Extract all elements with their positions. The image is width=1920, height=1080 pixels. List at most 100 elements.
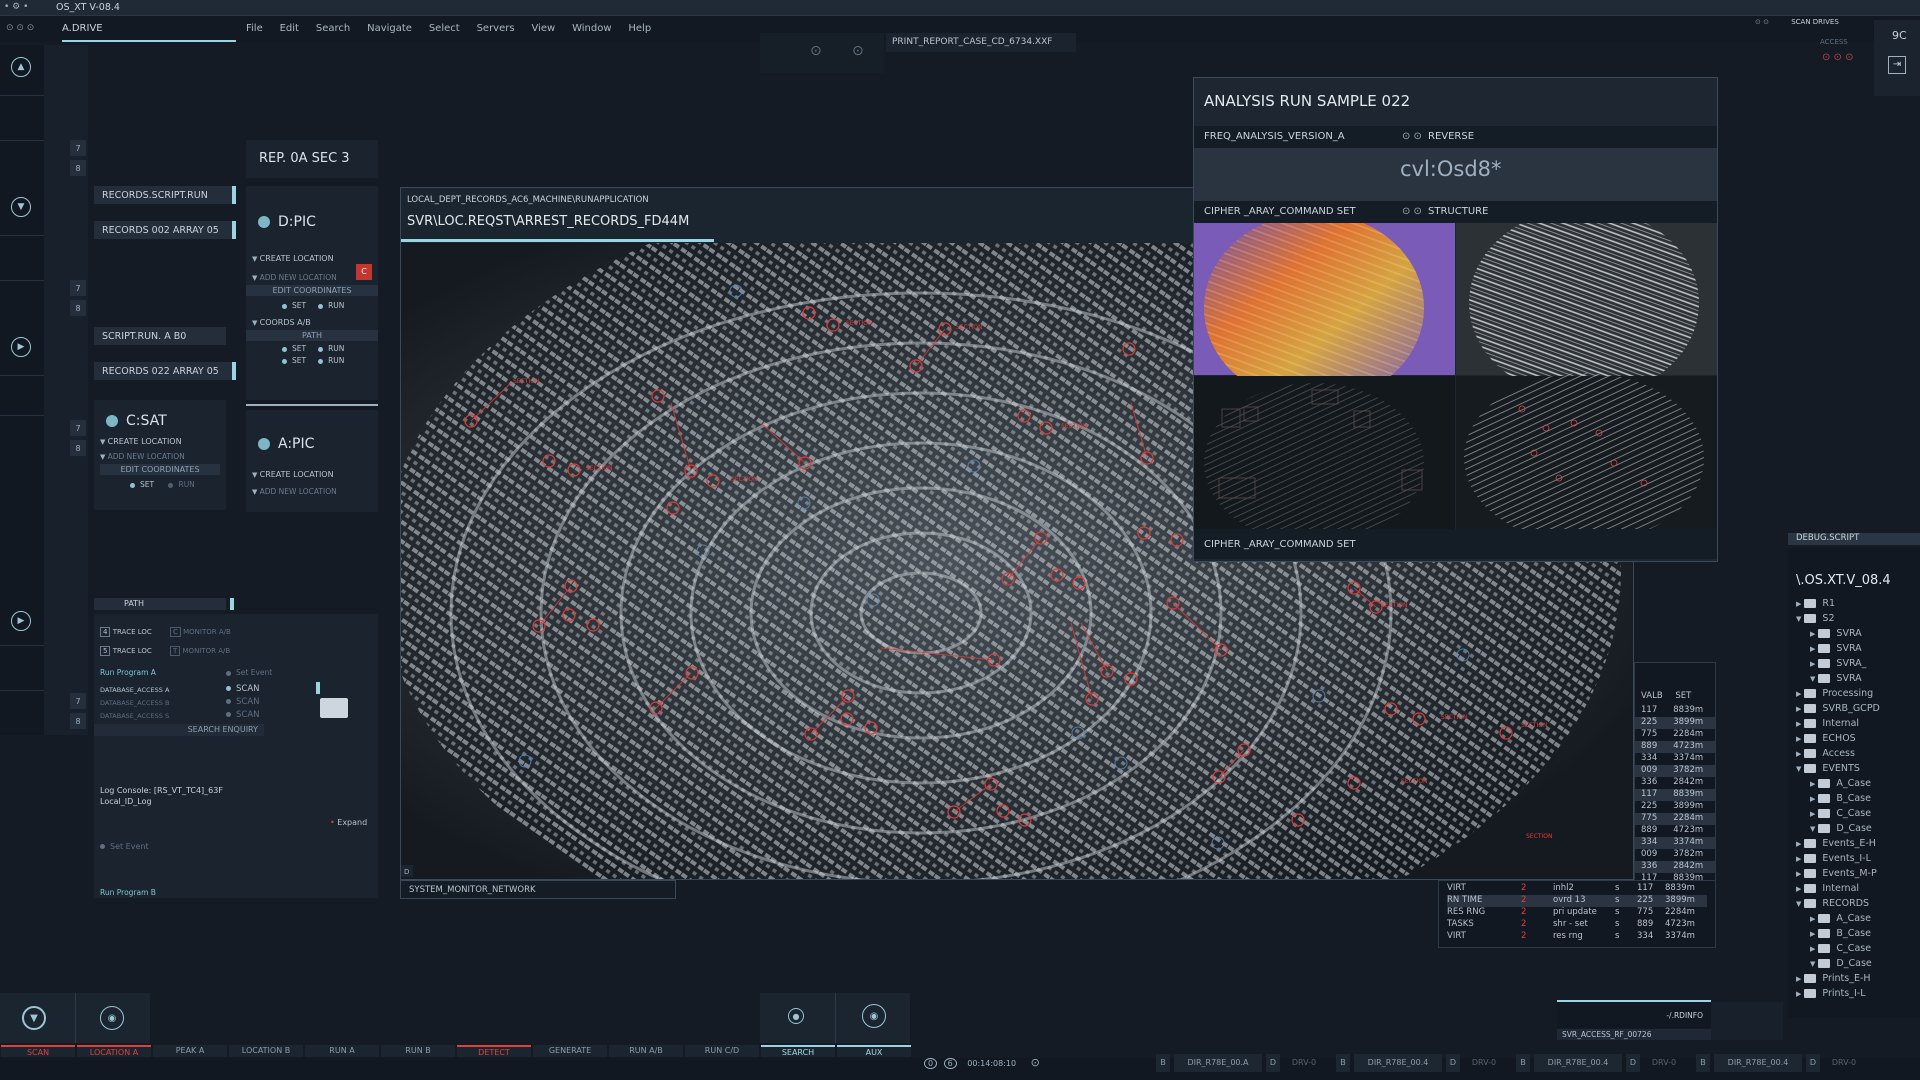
db-access-a[interactable]: DATABASE_ACCESS A — [100, 686, 169, 694]
timer-icon[interactable]: ⊙ — [1031, 1056, 1040, 1069]
search-enquiry[interactable]: SEARCH ENQUIRY — [94, 724, 264, 736]
expand-arrow-icon[interactable]: ▼ — [1796, 615, 1801, 623]
footer-d[interactable]: D — [1266, 1054, 1280, 1072]
records-array-1-label[interactable]: RECORDS 002 ARRAY 05 — [94, 221, 232, 239]
apic-create-location[interactable]: ▼ CREATE LOCATION — [252, 470, 378, 479]
settings-icon[interactable]: ⊙ ⊙ — [1755, 18, 1769, 26]
csat-edit-coordinates[interactable]: EDIT COORDINATES — [100, 464, 220, 475]
trace-loc-1[interactable]: TRACE LOC — [113, 628, 152, 636]
tree-item[interactable]: ▶ A_Case — [1788, 778, 1920, 793]
monitor-1[interactable]: MONITOR A/B — [183, 628, 231, 636]
expand-arrow-icon[interactable]: ▶ — [1810, 930, 1815, 938]
footer-b[interactable]: B — [1696, 1054, 1710, 1072]
tree-item[interactable]: ▶ SVRB_GCPD — [1788, 703, 1920, 718]
footer-dir[interactable]: DIR_R78E_00.4 — [1534, 1054, 1622, 1072]
menu-servers[interactable]: Servers — [477, 23, 515, 34]
footer-b[interactable]: B — [1336, 1054, 1350, 1072]
dpic-set-3[interactable]: SET — [292, 356, 306, 365]
dpic-path[interactable]: PATH — [246, 330, 378, 341]
tree-item[interactable]: ▶ B_Case — [1788, 928, 1920, 943]
db-access-s[interactable]: DATABASE_ACCESS S — [100, 712, 169, 720]
num-8[interactable]: 8 — [70, 160, 86, 176]
structure-icon[interactable]: ⊙ ⊙ — [1402, 206, 1422, 217]
tree-item[interactable]: ▶ B_Case — [1788, 793, 1920, 808]
bottom-tab-generate[interactable]: GENERATE — [533, 1045, 607, 1057]
location-button-icon[interactable]: ◉ — [100, 1006, 124, 1030]
tree-item[interactable]: ▶ C_Case — [1788, 808, 1920, 823]
reverse-label[interactable]: REVERSE — [1428, 131, 1474, 142]
footer-d[interactable]: D — [1806, 1054, 1820, 1072]
scan-a[interactable]: SCAN — [236, 684, 260, 694]
run-program-a[interactable]: Run Program A — [100, 668, 156, 677]
tree-item[interactable]: ▶ Access — [1788, 748, 1920, 763]
records-array-2-label[interactable]: RECORDS 022 ARRAY 05 — [94, 362, 232, 380]
tree-item[interactable]: ▶ Events_M-P — [1788, 868, 1920, 883]
svr-access-label[interactable]: SVR_ACCESS_RF_00726 — [1557, 1029, 1711, 1040]
tree-item[interactable]: ▶ SVRA — [1788, 643, 1920, 658]
footer-controls[interactable]: 0 6 00:14:08:10 ⊙ — [924, 1056, 1040, 1069]
tree-item[interactable]: ▶ Events_I-L — [1788, 853, 1920, 868]
menu-view[interactable]: View — [531, 23, 555, 34]
tree-item[interactable]: ▶ Internal — [1788, 883, 1920, 898]
dpic-create-location[interactable]: ▼ CREATE LOCATION — [252, 254, 378, 263]
expand-arrow-icon[interactable]: ▼ — [1796, 900, 1801, 908]
bottom-tab-search[interactable]: SEARCH — [761, 1045, 835, 1057]
apic-add-location[interactable]: ▼ ADD NEW LOCATION — [252, 487, 378, 496]
expand-arrow-icon[interactable]: ▶ — [1796, 720, 1801, 728]
num-8b[interactable]: 8 — [70, 300, 86, 316]
play-icon[interactable]: ▶ — [11, 337, 31, 357]
tree-item[interactable]: ▶ Processing — [1788, 688, 1920, 703]
tree-item[interactable]: ▶ R1 — [1788, 598, 1920, 613]
num-7d[interactable]: 7 — [70, 693, 86, 709]
expand-arrow-icon[interactable]: ▶ — [1796, 990, 1801, 998]
structure-label[interactable]: STRUCTURE — [1428, 206, 1488, 217]
expand-arrow-icon[interactable]: ▶ — [1810, 945, 1815, 953]
bottom-tab-run-b[interactable]: RUN B — [381, 1045, 455, 1057]
tree-item[interactable]: ▼ RECORDS — [1788, 898, 1920, 913]
menu-select[interactable]: Select — [429, 23, 460, 34]
menu-help[interactable]: Help — [628, 23, 651, 34]
num-7b[interactable]: 7 — [70, 280, 86, 296]
tree-item[interactable]: ▼ SVRA — [1788, 673, 1920, 688]
csat-set[interactable]: SET — [140, 480, 154, 489]
script-run-label[interactable]: SCRIPT.RUN. A B0 — [94, 327, 226, 345]
expand-arrow-icon[interactable]: ▶ — [1796, 735, 1801, 743]
expand-arrow-icon[interactable]: ▶ — [1796, 705, 1801, 713]
tree-item[interactable]: ▶ Internal — [1788, 718, 1920, 733]
drive-label[interactable]: A.DRIVE — [62, 23, 236, 42]
record-icon-2[interactable]: ⊙ — [852, 43, 864, 59]
menu-search[interactable]: Search — [316, 23, 350, 34]
dpic-set-2[interactable]: SET — [292, 344, 306, 353]
set-event[interactable]: Set Event — [236, 668, 272, 677]
dpic-coords[interactable]: ▼ COORDS A/B — [252, 318, 378, 327]
menu-edit[interactable]: Edit — [280, 23, 299, 34]
monitor-2[interactable]: MONITOR A/B — [183, 647, 231, 655]
expand-arrow-icon[interactable]: ▶ — [1796, 600, 1801, 608]
tree-item[interactable]: ▼ S2 — [1788, 613, 1920, 628]
bottom-tab-detect[interactable]: DETECT — [457, 1045, 531, 1057]
tree-item[interactable]: ▶ C_Case — [1788, 943, 1920, 958]
expand-arrow-icon[interactable]: ▶ — [1796, 840, 1801, 848]
expand-arrow-icon[interactable]: ▶ — [1796, 690, 1801, 698]
scan-drives-label[interactable]: SCAN DRIVES — [1791, 18, 1839, 26]
bottom-tab-scan[interactable]: SCAN — [1, 1045, 75, 1057]
csat-create-location[interactable]: ▼ CREATE LOCATION — [100, 437, 226, 446]
system-monitor-tab[interactable]: SYSTEM_MONITOR_NETWORK — [400, 880, 676, 899]
bottom-tab-run-c-d[interactable]: RUN C/D — [685, 1045, 759, 1057]
triangle-up-icon[interactable]: ▲ — [11, 57, 31, 77]
expand-arrow-icon[interactable]: ▼ — [1810, 825, 1815, 833]
print-report-tab[interactable]: PRINT_REPORT_CASE_CD_6734.XXF — [886, 33, 1076, 52]
triangle-down-icon[interactable]: ▼ — [11, 197, 31, 217]
reverse-icon[interactable]: ⊙ ⊙ — [1402, 131, 1422, 142]
status-icons[interactable]: ⊙ ⊙ ⊙ — [1822, 52, 1854, 63]
footer-dir[interactable]: DIR_R78E_00.4 — [1714, 1054, 1802, 1072]
expand-arrow-icon[interactable]: ▶ — [1796, 975, 1801, 983]
window-controls[interactable]: • ⚙ • — [4, 2, 28, 12]
num-8d[interactable]: 8 — [70, 713, 86, 729]
bottom-tab-run-a-b[interactable]: RUN A/B — [609, 1045, 683, 1057]
set-event-2[interactable]: Set Event — [110, 842, 149, 851]
expand-arrow-icon[interactable]: ▼ — [1810, 960, 1815, 968]
folder-icon[interactable] — [320, 698, 348, 718]
tree-item[interactable]: ▶ Events_E-H — [1788, 838, 1920, 853]
tree-item[interactable]: ▶ A_Case — [1788, 913, 1920, 928]
